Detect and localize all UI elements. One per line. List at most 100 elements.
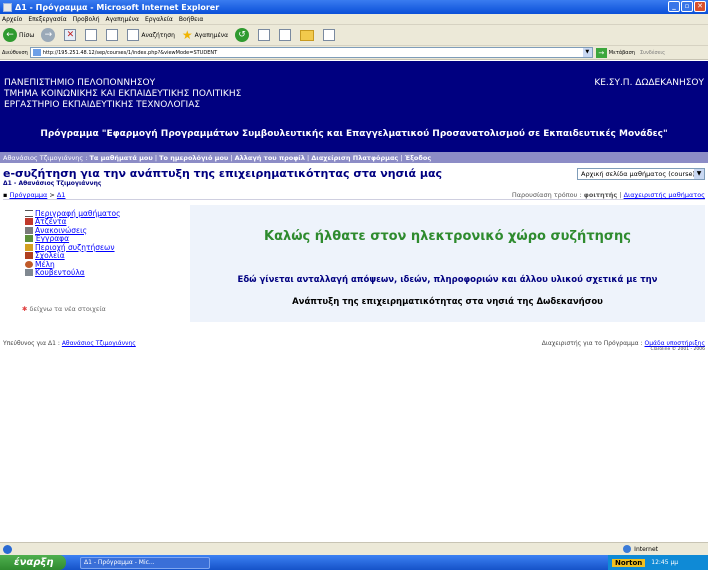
site-header: ΠΑΝΕΠΙΣΤΗΜΙΟ ΠΕΛΟΠΟΝΝΗΣΟΥ ΤΜΗΜΑ ΚΟΙΝΩΝΙΚ… <box>0 61 708 152</box>
folder-button[interactable] <box>300 29 316 41</box>
nav-my-calendar[interactable]: Το ημερολόγιό μου <box>159 154 228 162</box>
announcement-icon <box>25 226 33 234</box>
department-name: ΤΜΗΜΑ ΚΟΙΝΩΝΙΚΗΣ ΚΑΙ ΕΚΠΑΙΔΕΥΤΙΚΗΣ ΠΟΛΙΤ… <box>4 89 242 99</box>
school-icon <box>25 252 33 260</box>
favorites-button[interactable]: ★ Αγαπημένα <box>182 28 228 42</box>
folder-icon <box>300 29 315 41</box>
address-input[interactable]: http://195.251.48.12/sep/courses/1/index… <box>29 47 593 58</box>
welcome-heading: Καλώς ήλθατε στον ηλεκτρονικό χώρο συζήτ… <box>264 229 631 244</box>
breadcrumb: ▪ Πρόγραμμα > Δ1 <box>3 191 66 199</box>
address-dropdown-icon[interactable]: ▼ <box>582 48 592 57</box>
window-title: Δ1 - Πρόγραμμα - Microsoft Internet Expl… <box>15 2 220 12</box>
course-tool-select[interactable]: Αρχική σελίδα μαθήματος (course) ▼ <box>577 168 705 180</box>
copyright: Claroline © 2001 - 2006 <box>650 347 705 352</box>
forward-button[interactable]: → <box>41 28 57 42</box>
browser-toolbar: ← Πίσω → ✕ Αναζήτηση ★ Αγαπημένα ↺ <box>0 25 708 46</box>
menu-edit[interactable]: Επεξεργασία <box>28 16 66 23</box>
divider <box>3 199 705 200</box>
course-tools-list: Περιγραφή μαθήματος Ατζέντα Ανακοινώσεις… <box>25 209 185 277</box>
breadcrumb-current[interactable]: Δ1 <box>57 191 66 199</box>
search-icon <box>127 29 140 41</box>
center-name: ΚΕ.ΣΥ.Π. ΔΩΔΕΚΑΝΗΣΟΥ <box>594 78 704 88</box>
support-team-link[interactable]: Ομάδα υποστήριξης <box>644 340 705 347</box>
window-title-bar: Δ1 - Πρόγραμμα - Microsoft Internet Expl… <box>0 0 708 14</box>
new-items-icon: ✱ <box>22 305 28 313</box>
minimize-button[interactable]: _ <box>668 1 680 12</box>
restore-button[interactable]: ▫ <box>681 1 693 12</box>
home-icon <box>106 29 119 41</box>
tool-course-description[interactable]: Περιγραφή μαθήματος <box>25 209 185 218</box>
user-nav: Αθανάσιος Τζιμογιάννης : Τα μαθήματά μου… <box>0 152 708 163</box>
program-title: Πρόγραμμα "Εφαρμογή Προγραμμάτων Συμβουλ… <box>40 129 668 139</box>
show-new-items[interactable]: ✱ δείχνω τα νέα στοιχεία <box>22 305 106 313</box>
refresh-button[interactable] <box>85 29 99 41</box>
tool-chat[interactable]: Κουβεντούλα <box>25 268 185 277</box>
welcome-panel: Καλώς ήλθατε στον ηλεκτρονικό χώρο συζήτ… <box>190 205 705 322</box>
print-icon <box>279 29 292 41</box>
tool-documents[interactable]: Έγγραφα <box>25 234 185 243</box>
course-manager-link[interactable]: Διαχειριστής μαθήματος <box>624 191 705 199</box>
menu-favorites[interactable]: Αγαπημένα <box>106 16 139 23</box>
start-button[interactable]: έναρξη <box>0 555 66 570</box>
refresh-icon <box>85 29 98 41</box>
print-button[interactable] <box>279 29 293 41</box>
history-icon: ↺ <box>235 28 250 42</box>
mail-button[interactable] <box>258 29 272 41</box>
address-text: http://195.251.48.12/sep/courses/1/index… <box>42 49 218 56</box>
ie-icon <box>3 2 12 12</box>
go-button[interactable]: → Μετάβαση <box>595 47 635 58</box>
course-title: e-συζήτηση για την ανάπτυξη της επιχειρη… <box>3 167 443 180</box>
tool-forum[interactable]: Περιοχή συζητήσεων <box>25 243 185 252</box>
address-label: Διεύθυνση <box>2 49 28 56</box>
window-controls: _ ▫ ✕ <box>668 1 706 12</box>
forward-arrow-icon: → <box>41 28 56 42</box>
research-button[interactable] <box>323 29 337 41</box>
page-icon <box>32 49 41 56</box>
welcome-line-2: Ανάπτυξη της επιχειρηματικότητας στα νησ… <box>292 297 603 307</box>
chat-icon <box>25 269 33 277</box>
system-tray: Norton 12:45 μμ <box>608 555 708 570</box>
stop-button[interactable]: ✕ <box>64 29 78 41</box>
user-name: Αθανάσιος Τζιμογιάννης <box>3 153 84 162</box>
menu-tools[interactable]: Εργαλεία <box>145 16 173 23</box>
home-button[interactable] <box>106 29 120 41</box>
stop-icon: ✕ <box>64 29 77 41</box>
favorites-star-icon: ★ <box>181 28 193 42</box>
mail-icon <box>258 29 271 41</box>
menu-view[interactable]: Προβολή <box>73 16 100 23</box>
forum-icon <box>25 243 33 251</box>
select-dropdown-icon: ▼ <box>694 169 704 179</box>
taskbar-window-button[interactable]: Δ1 - Πρόγραμμα - Mic... <box>80 556 210 569</box>
lab-name: ΕΡΓΑΣΤΗΡΙΟ ΕΚΠΑΙΔΕΥΤΙΚΗΣ ΤΕΧΝΟΛΟΓΙΑΣ <box>4 100 201 110</box>
menu-help[interactable]: Βοήθεια <box>179 16 204 23</box>
search-button[interactable]: Αναζήτηση <box>127 29 175 41</box>
go-arrow-icon: → <box>595 47 607 58</box>
view-mode-current: φοιτητής <box>583 191 618 199</box>
list-icon <box>25 209 33 217</box>
documents-icon <box>25 235 33 243</box>
nav-logout[interactable]: Έξοδος <box>405 154 432 162</box>
responsible-link[interactable]: Αθανάσιος Τζιμογιάννης <box>62 340 136 347</box>
close-button[interactable]: ✕ <box>694 1 706 12</box>
course-subtitle: Δ1 - Αθανάσιος Τζιμογιάννης <box>3 180 102 187</box>
nav-edit-profile[interactable]: Αλλαγή του προφίλ <box>235 154 305 162</box>
taskbar: έναρξη Δ1 - Πρόγραμμα - Mic... Norton 12… <box>0 555 708 570</box>
nav-platform-admin[interactable]: Διαχείριση Πλατφόρμας <box>311 154 398 162</box>
nav-my-courses[interactable]: Τα μαθήματά μου <box>89 154 152 162</box>
research-icon <box>323 29 336 41</box>
back-arrow-icon: ← <box>3 28 17 42</box>
page-status-icon <box>3 544 12 554</box>
tool-users[interactable]: Μέλη <box>25 260 185 269</box>
tool-schools[interactable]: Σχολεία <box>25 251 185 260</box>
users-icon <box>25 260 33 268</box>
status-bar: Internet <box>0 542 708 555</box>
menu-file[interactable]: Αρχείο <box>2 16 22 23</box>
links-label[interactable]: Συνδέσεις <box>640 50 665 56</box>
norton-icon[interactable]: Norton <box>612 558 646 567</box>
globe-icon <box>623 545 632 553</box>
tool-agenda[interactable]: Ατζέντα <box>25 217 185 226</box>
history-button[interactable]: ↺ <box>235 28 251 42</box>
tool-announcements[interactable]: Ανακοινώσεις <box>25 226 185 235</box>
back-button[interactable]: ← Πίσω <box>3 28 34 42</box>
breadcrumb-home[interactable]: Πρόγραμμα <box>9 191 47 199</box>
